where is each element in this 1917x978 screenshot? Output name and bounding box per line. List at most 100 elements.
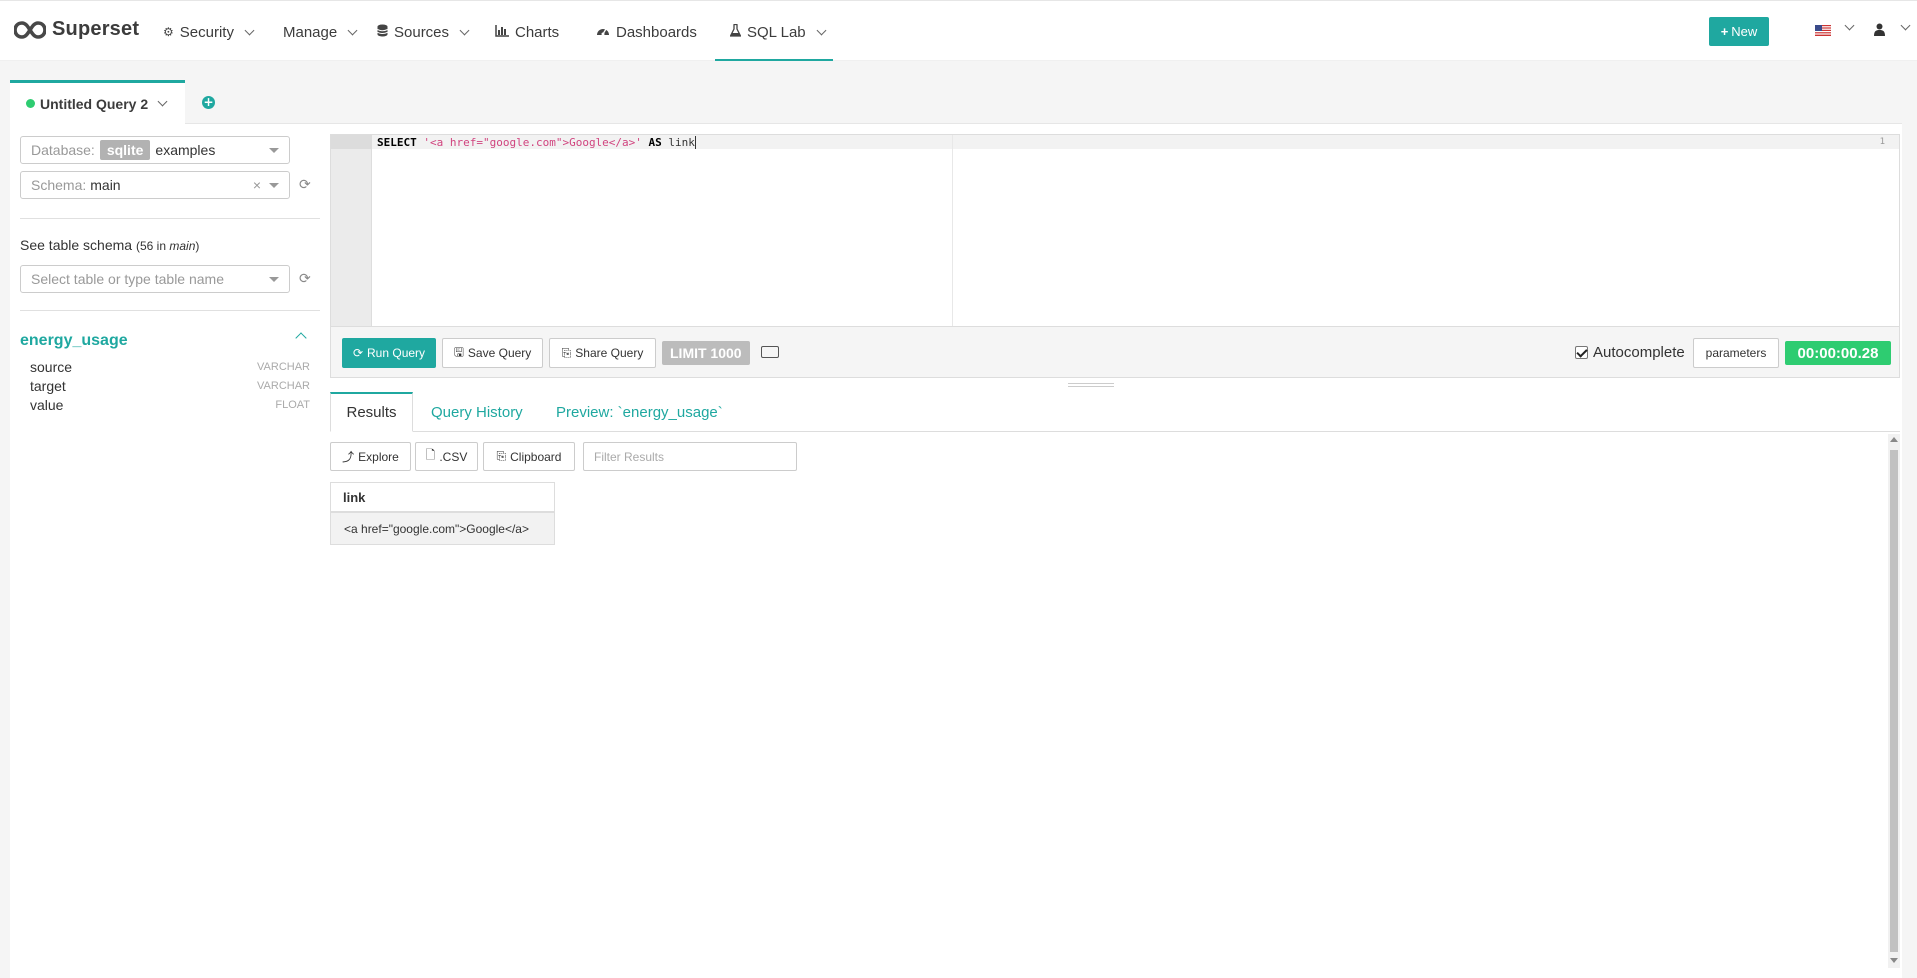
brand-logo[interactable]: Superset [14, 18, 139, 41]
resize-handle[interactable] [1068, 383, 1114, 387]
chevron-down-icon [244, 25, 255, 35]
table-column-row: target VARCHAR [30, 378, 310, 394]
line-chart-icon: ⤴ [342, 450, 355, 464]
nav-manage[interactable]: Manage [283, 21, 358, 43]
limit-badge[interactable]: LIMIT 1000 [662, 341, 750, 365]
column-type: VARCHAR [257, 380, 310, 392]
see-table-schema-text: See table schema [20, 237, 133, 253]
explore-button[interactable]: ⤴ Explore [330, 442, 411, 471]
new-button[interactable]: + New [1709, 17, 1769, 46]
autocomplete-checkbox[interactable] [1575, 346, 1588, 359]
explore-label: Explore [358, 449, 399, 464]
refresh-icon: ⟳ [352, 346, 364, 360]
schema-value: main [90, 177, 121, 193]
chevron-down-icon [347, 25, 358, 35]
table-column-row: source VARCHAR [30, 359, 310, 375]
file-icon: 🗋 [425, 448, 436, 462]
scroll-down-icon[interactable] [1890, 958, 1898, 963]
autocomplete-toggle[interactable]: Autocomplete [1575, 344, 1685, 361]
dropdown-arrow-icon [269, 148, 279, 153]
clipboard-label: Clipboard [510, 449, 562, 464]
nav-dashboards-label: Dashboards [616, 23, 697, 41]
tab-untitled-query[interactable]: Untitled Query 2 [10, 80, 185, 124]
column-type: FLOAT [275, 399, 310, 411]
chevron-down-icon[interactable] [1844, 20, 1855, 31]
see-table-schema-label: See table schema (56 in main) [20, 237, 200, 253]
cogs-icon: ⚙ [163, 25, 174, 39]
filter-results-input[interactable] [583, 442, 797, 471]
chevron-down-icon[interactable] [1900, 20, 1911, 31]
clipboard-icon: ⎘ [561, 345, 572, 360]
clipboard-button[interactable]: ⎘ Clipboard [483, 442, 575, 471]
status-dot-icon [26, 99, 35, 108]
nav-charts-label: Charts [515, 23, 560, 41]
query-timer: 00:00:00.28 [1785, 341, 1891, 365]
bar-chart-icon [495, 24, 509, 40]
csv-label: .CSV [439, 449, 468, 464]
results-scrollbar-thumb[interactable] [1890, 450, 1898, 952]
database-icon [377, 24, 388, 40]
tab-results[interactable]: Results [330, 392, 413, 432]
scroll-up-icon[interactable] [1890, 437, 1898, 442]
run-query-button[interactable]: ⟳ Run Query [342, 338, 436, 368]
query-tab-title: Untitled Query 2 [40, 95, 149, 112]
chevron-down-icon [816, 25, 827, 35]
clear-icon[interactable]: × [253, 177, 261, 193]
brand-name: Superset [52, 18, 140, 40]
table-header-link[interactable]: link [331, 483, 554, 513]
new-button-label: New [1731, 24, 1758, 39]
line-number: 1 [1879, 137, 1885, 147]
superset-logo-icon [14, 20, 46, 39]
database-select-label: Database: [31, 142, 95, 158]
add-tab-icon[interactable]: + [202, 96, 215, 109]
table-select-placeholder: Select table or type table name [31, 271, 225, 287]
tab-preview[interactable]: Preview: `energy_usage` [540, 392, 739, 432]
user-icon[interactable] [1874, 23, 1885, 36]
schema-select[interactable]: Schema: main × [20, 171, 290, 199]
nav-dashboards[interactable]: Dashboards [596, 21, 697, 43]
csv-button[interactable]: 🗋 .CSV [415, 442, 478, 471]
nav-sql-lab[interactable]: SQL Lab [729, 21, 827, 43]
sql-keyword: SELECT [377, 136, 417, 149]
keyboard-icon[interactable] [761, 346, 779, 358]
sql-string: '<a href="google.com">Google</a>' [423, 136, 642, 149]
refresh-schema-icon[interactable]: ⟳ [299, 177, 311, 193]
table-count-schema: main [169, 239, 196, 253]
table-cell: <a href="google.com">Google</a> [331, 513, 554, 544]
nav-sources[interactable]: Sources [377, 21, 470, 43]
top-navbar: Superset ⚙ Security Manage Sources Chart… [0, 0, 1917, 62]
dashboard-icon [596, 25, 610, 40]
column-name: value [30, 397, 64, 413]
autocomplete-label: Autocomplete [1593, 344, 1685, 361]
run-query-label: Run Query [367, 346, 426, 360]
table-name[interactable]: energy_usage [20, 332, 128, 350]
database-select[interactable]: Database: sqlite examples [20, 136, 290, 164]
nav-charts[interactable]: Charts [495, 21, 559, 43]
tab-query-history[interactable]: Query History [415, 392, 539, 432]
column-type: VARCHAR [257, 361, 310, 373]
chevron-down-icon[interactable] [157, 96, 168, 107]
database-backend-badge: sqlite [99, 140, 151, 160]
save-query-label: Save Query [467, 346, 532, 360]
sql-code[interactable]: SELECT '<a href="google.com">Google</a>'… [377, 136, 696, 149]
refresh-tables-icon[interactable]: ⟳ [299, 271, 311, 287]
table-select[interactable]: Select table or type table name [20, 265, 290, 293]
save-icon: 🖫 [453, 344, 464, 359]
share-query-button[interactable]: ⎘ Share Query [549, 338, 656, 368]
flask-icon [729, 23, 742, 40]
nav-security[interactable]: ⚙ Security [163, 21, 255, 43]
left-panel-divider [20, 218, 320, 219]
table-count: 56 [139, 239, 154, 253]
table-count-in: in [156, 239, 167, 253]
nav-sources-label: Sources [394, 23, 450, 41]
nav-sql-lab-label: SQL Lab [747, 23, 806, 41]
sql-editor[interactable]: 1 SELECT '<a href="google.com">Google</a… [330, 134, 1900, 327]
parameters-button[interactable]: parameters [1693, 338, 1779, 368]
save-query-button[interactable]: 🖫 Save Query [442, 338, 543, 368]
clipboard-icon: ⎘ [496, 449, 507, 463]
sql-keyword: AS [648, 136, 662, 149]
sql-identifier: link [668, 136, 695, 149]
column-name: target [30, 378, 66, 394]
us-flag-icon[interactable] [1815, 25, 1831, 36]
editor-gutter [331, 135, 372, 326]
